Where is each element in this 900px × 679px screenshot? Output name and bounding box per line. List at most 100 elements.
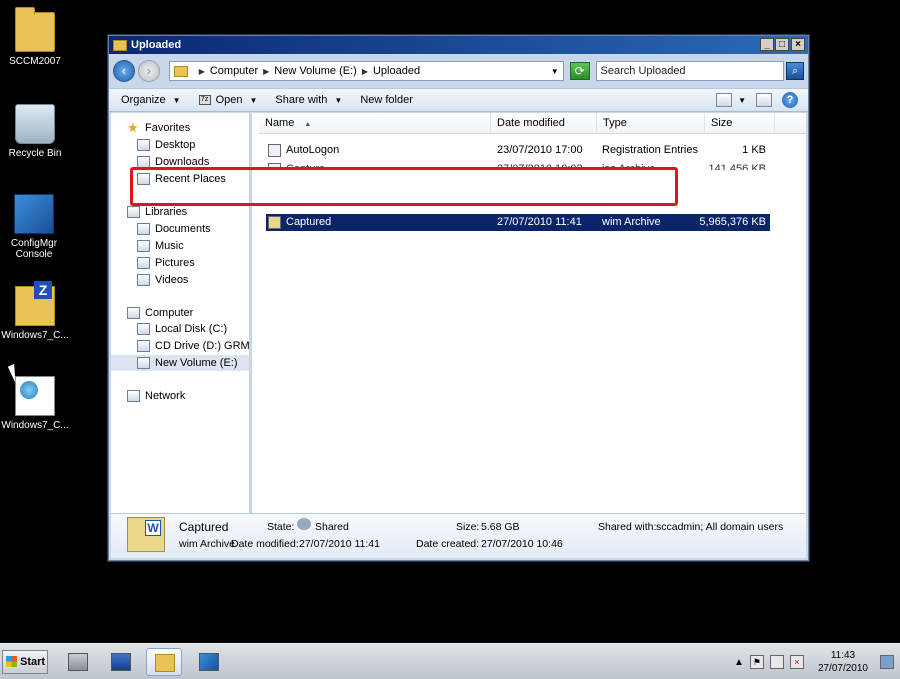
search-input[interactable]: Search Uploaded: [595, 61, 785, 81]
help-icon[interactable]: ?: [782, 92, 798, 108]
open-icon: 7z: [198, 95, 211, 105]
preview-pane-icon[interactable]: [756, 93, 772, 107]
network-icon: [127, 390, 140, 402]
details-modified-value: 27/07/2010 11:41: [299, 538, 380, 550]
view-controls: ▼ ?: [706, 92, 798, 108]
nav-pictures[interactable]: Pictures: [137, 255, 249, 271]
taskbar-server-manager[interactable]: [60, 648, 96, 676]
column-date-modified[interactable]: Date modified: [491, 113, 597, 134]
taskbar-explorer[interactable]: [146, 648, 182, 676]
column-size[interactable]: Size: [705, 113, 775, 134]
maximize-button[interactable]: □: [775, 38, 789, 51]
column-name[interactable]: Name ▲: [259, 113, 491, 134]
chevron-right-icon: ▶: [263, 66, 270, 76]
file-size: 1 KB: [742, 144, 766, 156]
taskbar: Start ▲ ⚑ × 11:43 27/07/2010: [0, 643, 900, 679]
file-type: Registration Entries: [602, 144, 698, 156]
nav-label: Pictures: [155, 257, 195, 269]
minimize-button[interactable]: _: [760, 38, 774, 51]
server-manager-icon: [68, 653, 88, 671]
folder-icon: [113, 39, 127, 51]
nav-libraries[interactable]: Libraries: [127, 204, 249, 220]
breadcrumb-new-volume[interactable]: New Volume (E:): [274, 65, 357, 77]
start-button[interactable]: Start: [2, 650, 48, 674]
red-highlight-annotation: [130, 167, 678, 206]
web-document-icon: [15, 376, 55, 416]
file-name: Captured: [286, 216, 332, 228]
clock-time: 11:43: [830, 650, 856, 661]
window-title: Uploaded: [131, 39, 182, 51]
flag-icon[interactable]: ⚑: [749, 655, 764, 669]
nav-computer[interactable]: Computer: [127, 305, 249, 321]
desktop-icon-configmgr-console[interactable]: ConfigMgr Console: [0, 194, 68, 260]
nav-desktop[interactable]: Desktop: [137, 137, 249, 153]
wim-archive-icon: [268, 216, 281, 229]
column-type[interactable]: Type: [597, 113, 705, 134]
new-folder-label: New folder: [360, 94, 413, 106]
file-name: AutoLogon: [286, 144, 340, 156]
command-bar: Organize ▼ 7z Open ▼ Share with ▼ New fo…: [109, 88, 808, 112]
desktop-icon-label: Recycle Bin: [8, 148, 62, 159]
nav-documents[interactable]: Documents: [137, 221, 249, 237]
chevron-right-icon: ▶: [198, 66, 205, 76]
address-bar[interactable]: ▶ Computer ▶ New Volume (E:) ▶ Uploaded …: [168, 61, 564, 81]
address-bar-row: ‹ › ▶ Computer ▶ New Volume (E:) ▶ Uploa…: [113, 58, 804, 84]
desktop-icon: [137, 139, 150, 151]
open-label: Open: [215, 94, 243, 106]
desktop-icon-recycle-bin[interactable]: Recycle Bin: [0, 104, 70, 159]
taskbar-powershell[interactable]: [103, 648, 139, 676]
nav-favorites[interactable]: ★ Favorites: [127, 120, 249, 136]
share-with-label: Share with: [275, 94, 328, 106]
nav-music[interactable]: Music: [137, 238, 249, 254]
nav-local-disk[interactable]: Local Disk (C:): [137, 321, 249, 337]
file-type: wim Archive: [602, 216, 661, 228]
shared-users-icon: [297, 518, 311, 530]
open-button[interactable]: 7z Open ▼: [198, 94, 257, 106]
chevron-down-icon: ▼: [172, 95, 181, 105]
cd-drive-icon: [137, 340, 150, 352]
libraries-icon: [127, 206, 140, 218]
network-status-icon[interactable]: [769, 655, 784, 669]
documents-icon: [137, 223, 150, 235]
show-hidden-icons-icon[interactable]: ▲: [734, 657, 744, 668]
clock[interactable]: 11:43 27/07/2010: [818, 649, 868, 675]
breadcrumb-uploaded[interactable]: Uploaded: [373, 65, 420, 77]
details-file-name: Captured: [179, 520, 229, 534]
refresh-button[interactable]: ⟳: [569, 62, 590, 80]
chevron-down-icon[interactable]: ▼: [551, 67, 559, 76]
music-icon: [137, 240, 150, 252]
nav-label: Music: [155, 240, 184, 252]
title-bar[interactable]: Uploaded _ □ ×: [109, 36, 808, 54]
desktop-icon-sccm2007[interactable]: SCCM2007: [0, 7, 70, 67]
file-size: 5,965,376 KB: [699, 216, 766, 228]
new-folder-button[interactable]: New folder: [360, 94, 413, 106]
breadcrumb-computer[interactable]: Computer: [210, 65, 258, 77]
desktop-icon-windows7-zip[interactable]: Z Windows7_C...: [0, 281, 70, 341]
nav-network[interactable]: Network: [127, 388, 249, 404]
change-view-icon[interactable]: [716, 93, 733, 107]
chevron-down-icon: ▼: [334, 95, 343, 105]
chevron-down-icon[interactable]: ▼: [738, 96, 746, 105]
details-file-kind: wim Archive: [179, 538, 236, 550]
back-button[interactable]: ‹: [113, 60, 135, 82]
file-row-captured[interactable]: Captured 27/07/2010 11:41 wim Archive 5,…: [266, 214, 770, 231]
computer-icon: [127, 307, 140, 319]
show-desktop-icon[interactable]: [880, 655, 894, 669]
nav-label: Documents: [155, 223, 211, 235]
details-state-value: Shared: [315, 521, 349, 533]
desktop-icon-windows7-doc[interactable]: Windows7_C...: [0, 376, 70, 431]
nav-new-volume[interactable]: New Volume (E:): [111, 355, 249, 371]
organize-button[interactable]: Organize ▼: [121, 94, 181, 106]
volume-muted-icon[interactable]: ×: [789, 655, 804, 669]
close-button[interactable]: ×: [791, 38, 805, 51]
nav-videos[interactable]: Videos: [137, 272, 249, 288]
file-row-autologon[interactable]: AutoLogon 23/07/2010 17:00 Registration …: [266, 142, 770, 159]
share-with-button[interactable]: Share with ▼: [275, 94, 342, 106]
nav-cd-drive[interactable]: CD Drive (D:) GRMSXV: [137, 338, 249, 354]
forward-button[interactable]: ›: [137, 60, 160, 82]
taskbar-configmgr[interactable]: [191, 648, 227, 676]
zip-archive-icon: Z: [15, 281, 55, 326]
powershell-icon: [111, 653, 131, 671]
search-icon[interactable]: ⌕: [786, 62, 804, 80]
desktop-icon-label: Windows7_C...: [1, 420, 69, 431]
